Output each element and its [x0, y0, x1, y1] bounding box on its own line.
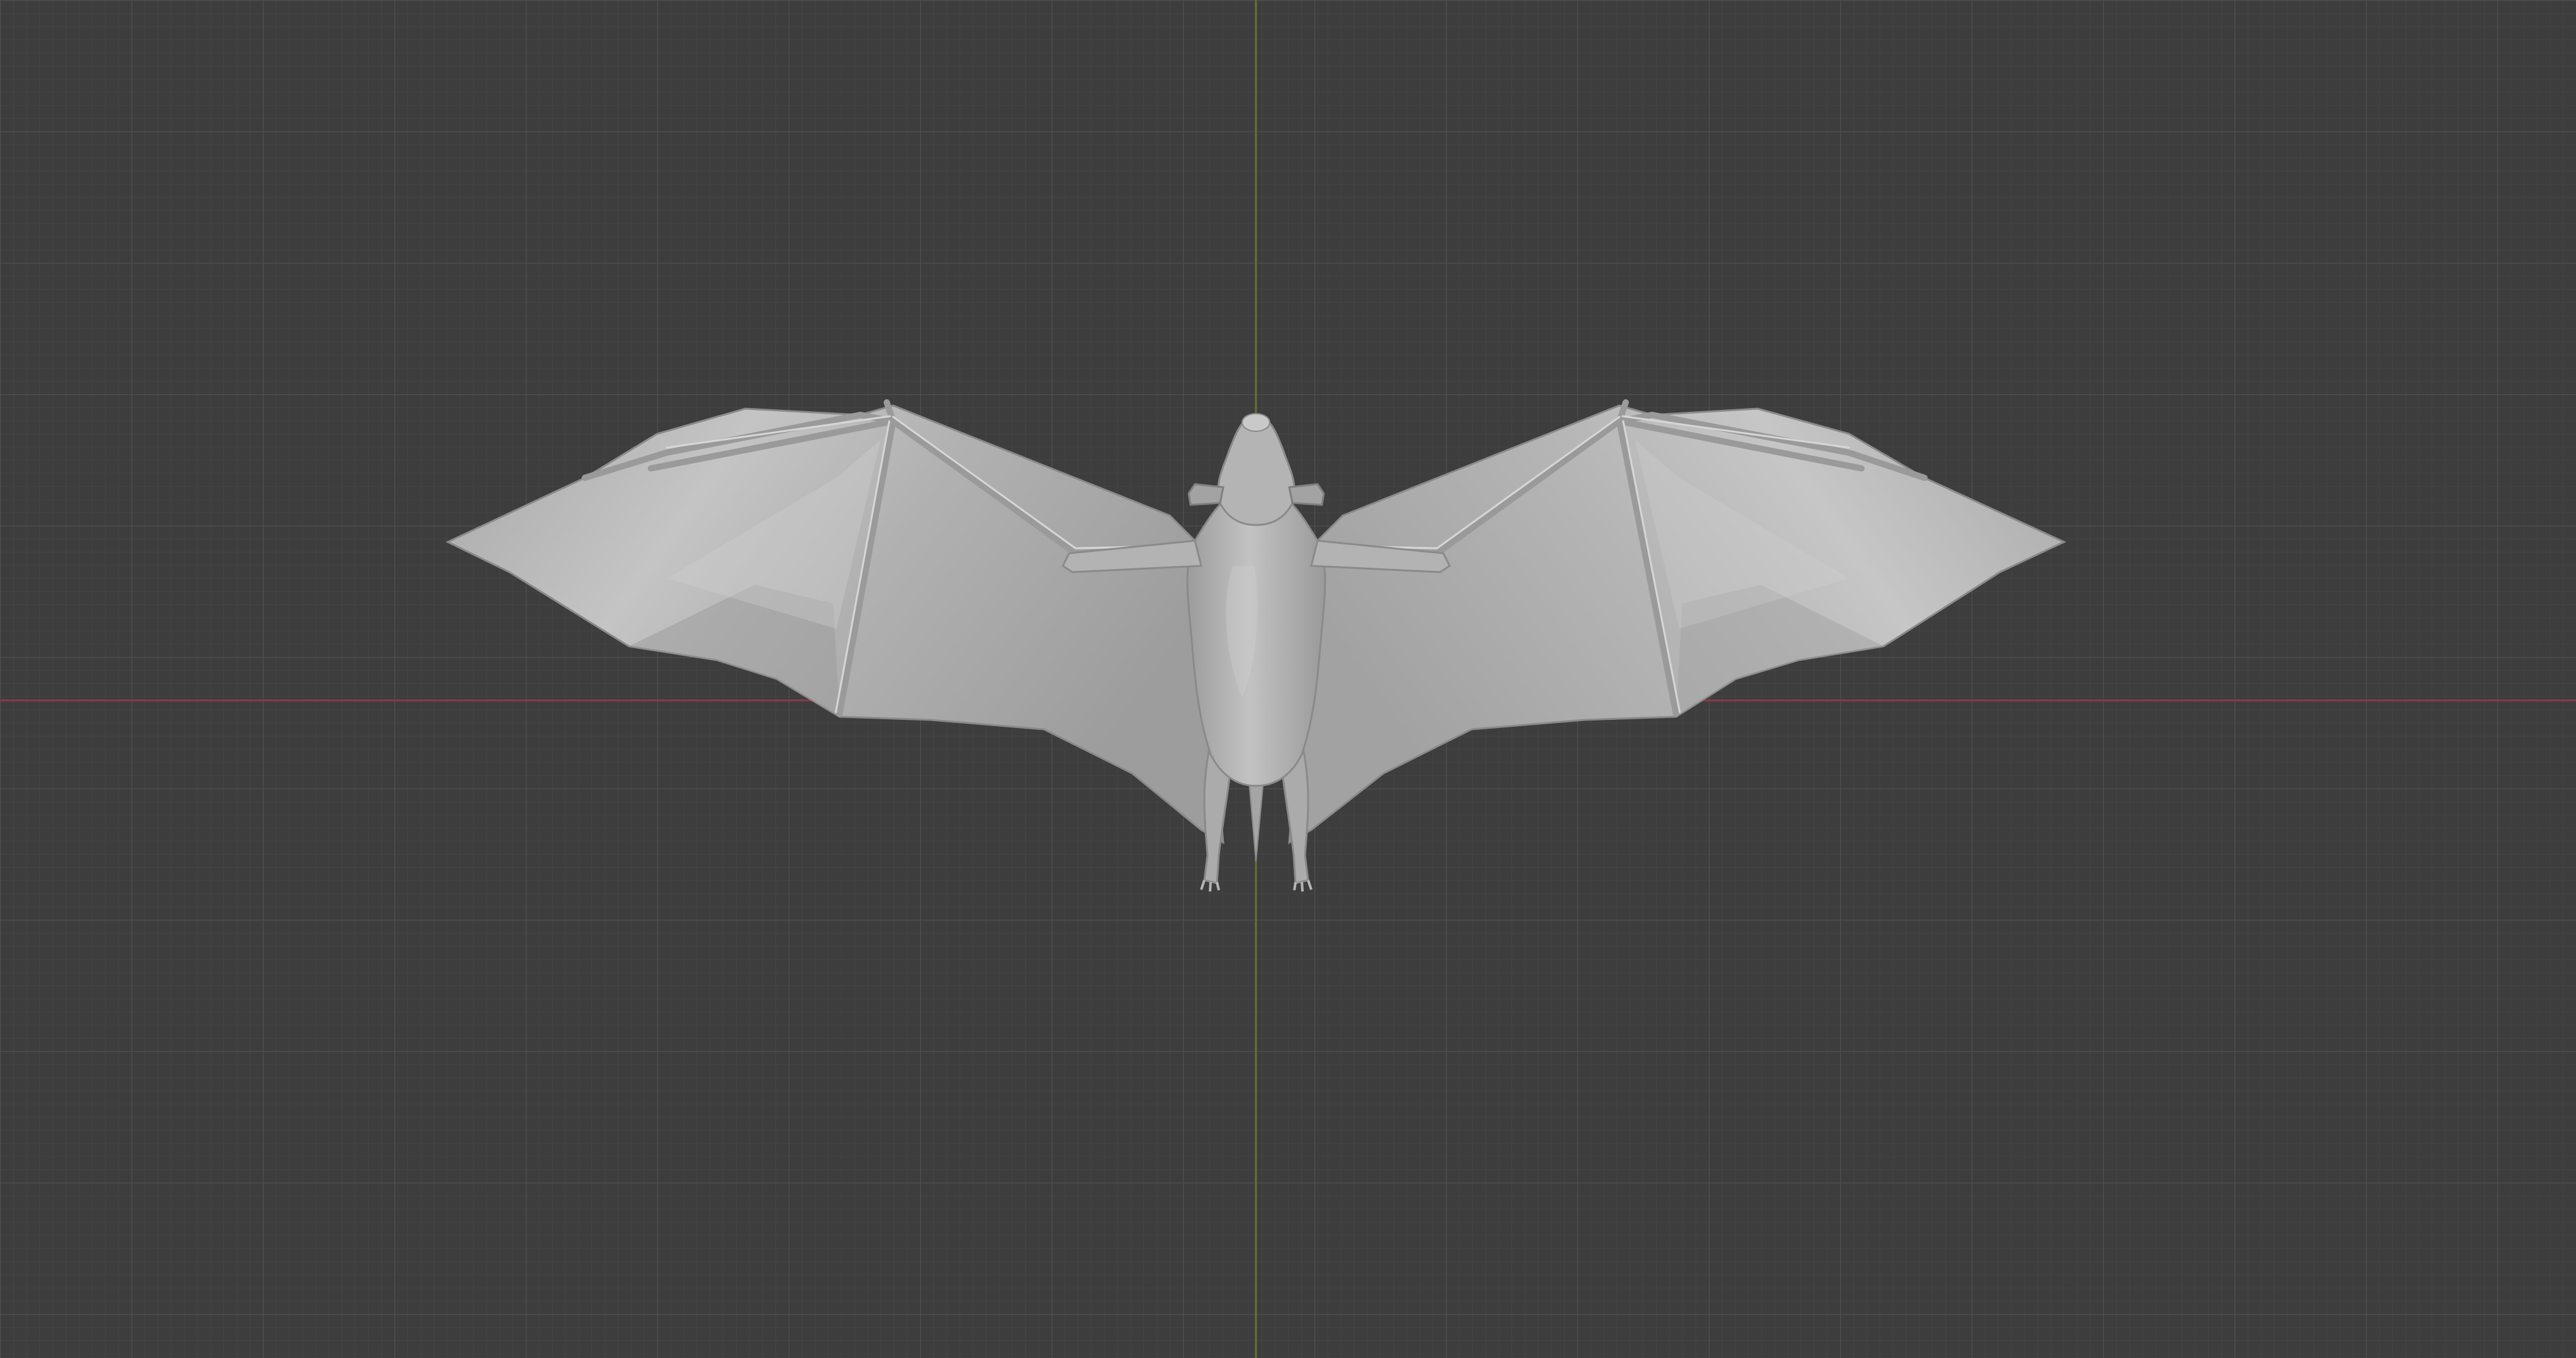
3d-viewport[interactable]: [0, 0, 2576, 1358]
right-ear: [1288, 483, 1325, 506]
left-ear: [1187, 483, 1224, 506]
viewport-scene[interactable]: [0, 0, 2576, 1358]
